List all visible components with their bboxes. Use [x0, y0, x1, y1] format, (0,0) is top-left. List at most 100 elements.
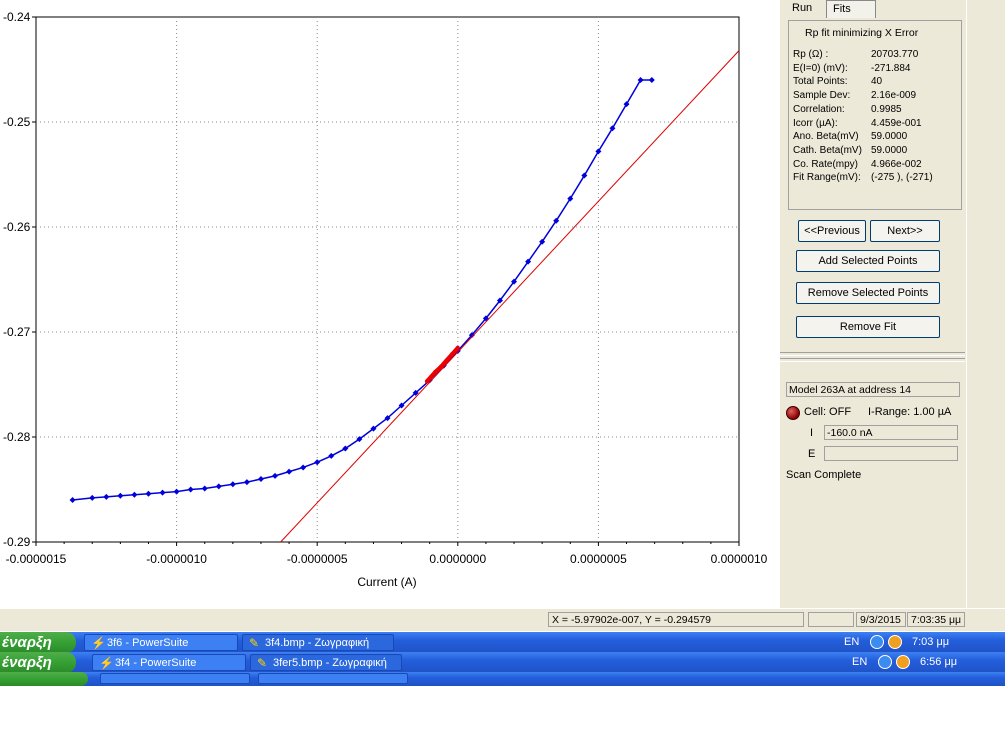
status-empty-cell: [808, 612, 854, 627]
selected-point: [433, 369, 438, 374]
tray-clock[interactable]: 6:56 μμ: [920, 652, 957, 673]
tray-app-icon[interactable]: [896, 655, 910, 669]
fit-row-label: Icorr (µA):: [793, 117, 838, 129]
system-tray: EN 7:03 μμ: [838, 632, 1005, 653]
potential-label: E: [808, 448, 816, 460]
fit-row: Correlation: 0.9985: [793, 103, 933, 117]
status-date: 9/3/2015: [856, 612, 906, 627]
status-bar: X = -5.97902e-007, Y = -0.294579 9/3/201…: [0, 608, 1005, 631]
cell-status-led: [786, 406, 800, 420]
y-tick-label: -0.29: [3, 535, 31, 549]
start-button[interactable]: έναρξη: [0, 652, 76, 673]
taskbar: έναρξη ⚡ 3f6 - PowerSuite ✎ 3f4.bmp - Ζω…: [0, 632, 1005, 653]
fit-row-label: Rp (Ω) :: [793, 49, 829, 60]
fit-row: Cath. Beta(mV) 59.0000: [793, 144, 933, 158]
tab-fits[interactable]: Fits: [826, 0, 876, 18]
system-tray: EN 6:56 μμ: [846, 652, 1005, 673]
fit-row-value: 0.9985: [871, 103, 902, 115]
taskbar-item-paint[interactable]: ✎ 3fer5.bmp - Ζωγραφική: [250, 654, 402, 671]
fit-row-value: 4.459e-001: [871, 117, 922, 129]
separator: [780, 358, 965, 362]
paint-icon: ✎: [249, 636, 260, 650]
chart-area[interactable]: -0.0000015 -0.0000010 -0.0000005 0.0000000 0…: [0, 0, 780, 608]
task-label: 3f4.bmp - Ζωγραφική: [265, 637, 370, 649]
status-time: 7:03:35 μμ: [907, 612, 965, 627]
remove-fit-button[interactable]: Remove Fit: [796, 316, 940, 338]
fit-row-label: Total Points:: [793, 76, 848, 88]
fit-row: Ano. Beta(mV) 59.0000: [793, 130, 933, 144]
fit-row: Co. Rate(mpy) 4.966e-002: [793, 158, 933, 172]
taskbar: έναρξη ⚡ 3f4 - PowerSuite ✎ 3fer5.bmp - …: [0, 652, 1005, 673]
fit-row-value: 59.0000: [871, 131, 908, 143]
instrument-model: Model 263A at address 14: [786, 382, 960, 397]
fit-row-value: 2.16e-009: [871, 90, 917, 102]
scan-status: Scan Complete: [786, 469, 862, 481]
plot-frame: [35, 16, 740, 543]
arrow-icon[interactable]: [878, 655, 892, 669]
taskbar-item-powersuite[interactable]: ⚡ 3f4 - PowerSuite: [92, 654, 246, 671]
tab-run[interactable]: Run: [786, 0, 828, 18]
x-tick-label: 0.0000005: [570, 552, 627, 566]
selected-point: [455, 345, 460, 350]
fit-row: E(I=0) (mV): -271.884: [793, 62, 933, 76]
taskbar-item-partial[interactable]: [100, 673, 250, 684]
lightning-icon: ⚡: [91, 636, 106, 650]
start-button[interactable]: έναρξη: [0, 632, 76, 653]
x-tick-label: 0.0000000: [429, 552, 486, 566]
y-tick-label: -0.24: [3, 10, 31, 24]
task-label: 3f4 - PowerSuite: [115, 657, 197, 669]
language-indicator[interactable]: EN: [844, 632, 859, 653]
tray-clock[interactable]: 7:03 μμ: [912, 632, 949, 653]
fit-row: Sample Dev: 2.16e-009: [793, 89, 933, 103]
taskbar-partial: [0, 672, 1005, 686]
paint-icon: ✎: [257, 656, 268, 670]
x-tick-label: -0.0000015: [6, 552, 67, 566]
x-tick-label: -0.0000005: [287, 552, 348, 566]
task-label: 3f6 - PowerSuite: [107, 637, 189, 649]
fit-row: Icorr (µA): 4.459e-001: [793, 117, 933, 131]
instrument-status: Model 263A at address 14 Cell: OFF I-Ran…: [784, 382, 962, 486]
fit-results-panel: Rp fit minimizing X Error Rp (Ω) : 20703.…: [788, 20, 962, 210]
next-button[interactable]: Next>>: [870, 220, 940, 242]
selected-point: [450, 352, 455, 357]
fit-row-label: Ano. Beta(mV): [793, 131, 859, 143]
iv-chart[interactable]: -0.0000015 -0.0000010 -0.0000005 0.0000000 0…: [0, 0, 780, 608]
y-tick-label: -0.26: [3, 220, 31, 234]
potential-value: [824, 446, 958, 461]
fit-row-value: -271.884: [871, 62, 911, 74]
fit-row-value: (-275 ), (-271): [871, 172, 933, 184]
add-selected-points-button[interactable]: Add Selected Points: [796, 250, 940, 272]
y-tick-label: -0.25: [3, 115, 31, 129]
x-axis-label: Current (A): [357, 575, 416, 589]
fit-row: Total Points: 40: [793, 75, 933, 89]
fit-row-label: Fit Range(mV):: [793, 172, 861, 184]
side-strip: [966, 0, 1005, 608]
previous-button[interactable]: <<Previous: [798, 220, 866, 242]
fit-row-label: E(I=0) (mV):: [793, 62, 848, 74]
current-range: I-Range: 1.00 µA: [868, 406, 952, 418]
current-label: I: [810, 427, 814, 439]
fit-row-value: 40: [871, 76, 883, 88]
language-indicator[interactable]: EN: [852, 652, 867, 673]
fit-row-value: 20703.770: [871, 49, 919, 60]
lightning-icon: ⚡: [99, 656, 114, 670]
fit-row: Rp (Ω) : 20703.770: [793, 48, 933, 62]
fit-title: Rp fit minimizing X Error: [805, 27, 919, 39]
fit-row-label: Co. Rate(mpy): [793, 158, 859, 170]
y-tick-label: -0.28: [3, 430, 31, 444]
separator: [780, 352, 965, 356]
taskbar-item-partial[interactable]: [258, 673, 408, 684]
taskbar-item-paint[interactable]: ✎ 3f4.bmp - Ζωγραφική: [242, 634, 394, 651]
current-value: -160.0 nA: [824, 425, 958, 440]
task-label: 3fer5.bmp - Ζωγραφική: [273, 657, 387, 669]
arrow-icon[interactable]: [870, 635, 884, 649]
tray-app-icon[interactable]: [888, 635, 902, 649]
x-tick-label: 0.0000010: [711, 552, 768, 566]
fit-row: Fit Range(mV): (-275 ), (-271): [793, 171, 933, 185]
taskbar-item-powersuite[interactable]: ⚡ 3f6 - PowerSuite: [84, 634, 238, 651]
cursor-coordinates: X = -5.97902e-007, Y = -0.294579: [548, 612, 804, 627]
fit-row-value: 4.966e-002: [871, 158, 922, 170]
start-button-partial[interactable]: [0, 672, 88, 686]
remove-selected-points-button[interactable]: Remove Selected Points: [796, 282, 940, 304]
fit-row-value: 59.0000: [871, 144, 908, 156]
